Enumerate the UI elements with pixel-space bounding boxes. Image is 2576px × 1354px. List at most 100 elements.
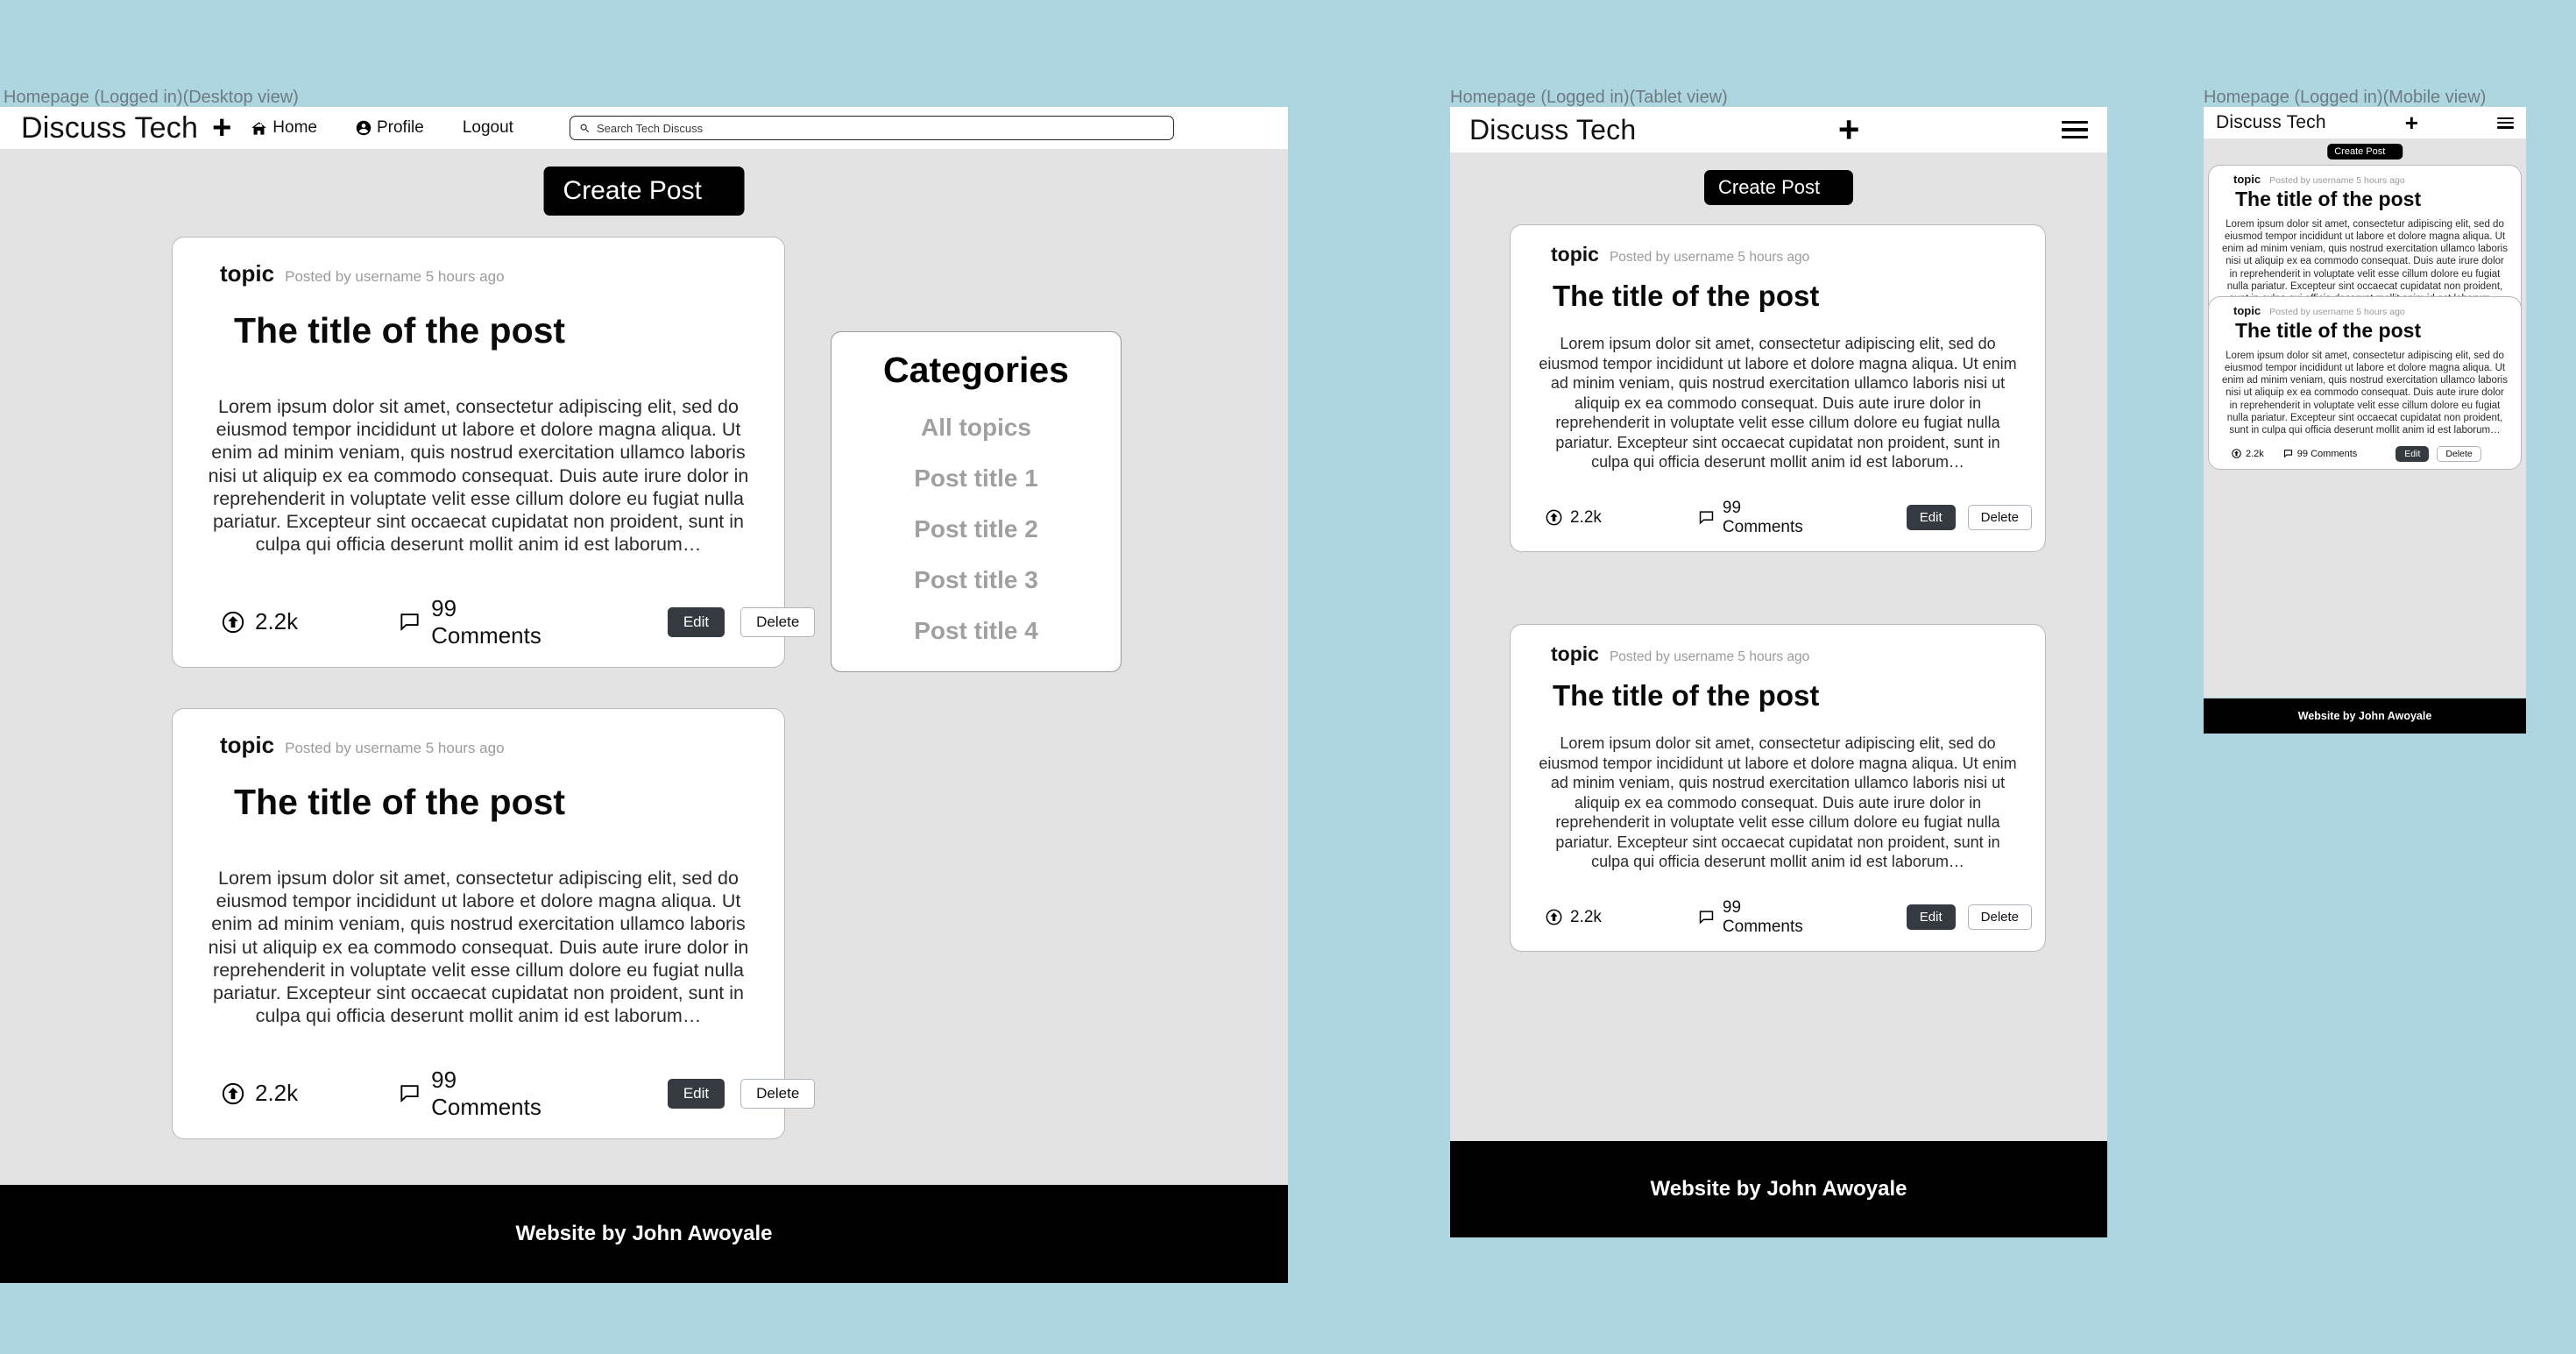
post-topic[interactable]: topic [220, 260, 274, 287]
categories-title: Categories [883, 350, 1069, 390]
upvote-stat[interactable]: 2.2k [2232, 449, 2264, 459]
post-meta: Posted by username 5 hours ago [285, 740, 505, 756]
upvote-arrow-circle-icon[interactable] [222, 1082, 244, 1105]
comments-stat[interactable]: 99 Comments [1698, 499, 1803, 537]
comments-stat[interactable]: 99 Comments [1698, 898, 1803, 937]
delete-button[interactable]: Delete [1967, 505, 2032, 530]
tablet-viewport: Discuss Tech + Create Post + topic Poste… [1450, 107, 2107, 1146]
upvote-stat[interactable]: 2.2k [1546, 908, 1602, 927]
post-topic[interactable]: topic [2233, 173, 2261, 186]
nav-item-profile[interactable]: Profile [356, 118, 424, 138]
edit-button[interactable]: Edit [1906, 904, 1956, 930]
comments-count: 99 Comments [2296, 448, 2358, 459]
nav-item-logout-label: Logout [462, 118, 513, 137]
upvote-count: 2.2k [1570, 907, 1602, 926]
post-title[interactable]: The title of the post [234, 310, 754, 351]
mobile-viewport: Discuss Tech + Create Post + topic Poste… [2204, 107, 2526, 698]
hamburger-menu-icon[interactable] [2496, 117, 2514, 129]
create-post-label: Create Post [563, 176, 702, 205]
delete-button[interactable]: Delete [1967, 904, 2032, 930]
caption-mobile: Homepage (Logged in)(Mobile view) [2204, 88, 2487, 107]
category-item-4[interactable]: Post title 4 [832, 617, 1121, 645]
create-post-button[interactable]: Create Post + [543, 167, 745, 216]
post-card[interactable]: topic Posted by username 5 hours ago The… [172, 237, 816, 668]
comments-stat[interactable]: 99 Comments [2283, 449, 2357, 459]
edit-button[interactable]: Edit [667, 606, 725, 637]
comments-stat[interactable]: 99 Comments [399, 1067, 541, 1121]
desktop-nav-links: Home Profile Logout [251, 118, 513, 138]
new-post-plus-icon[interactable]: + [2405, 111, 2418, 134]
search-icon [579, 123, 591, 134]
new-post-plus-icon[interactable]: + [1838, 111, 1860, 148]
comments-stat[interactable]: 99 Comments [399, 595, 541, 649]
delete-button[interactable]: Delete [740, 606, 816, 637]
mobile-navbar: Discuss Tech + [2204, 107, 2526, 138]
edit-button[interactable]: Edit [667, 1078, 725, 1109]
site-footer: Website by John Awoyale [0, 1185, 1288, 1283]
upvote-arrow-circle-icon[interactable] [222, 611, 244, 634]
upvote-stat[interactable]: 2.2k [222, 608, 298, 635]
post-title[interactable]: The title of the post [2235, 188, 2509, 211]
category-item-3[interactable]: Post title 3 [832, 566, 1121, 594]
brand-title: Discuss Tech [1469, 113, 1637, 145]
post-meta: Posted by username 5 hours ago [2269, 175, 2405, 186]
desktop-navbar: Discuss Tech + Home Profile Logout Searc… [0, 107, 1288, 149]
upvote-arrow-circle-icon[interactable] [1546, 909, 1562, 925]
post-topic[interactable]: topic [2233, 304, 2261, 317]
new-post-plus-icon[interactable]: + [212, 111, 231, 145]
create-post-button[interactable]: Create Post + [1703, 170, 1854, 205]
post-card-footer: 2.2k 99 Comments Edit Delete [202, 595, 816, 649]
post-title[interactable]: The title of the post [2235, 319, 2509, 343]
post-body: Lorem ipsum dolor sit amet, consectetur … [208, 396, 749, 556]
nav-item-home[interactable]: Home [251, 118, 317, 138]
post-card-header: topic Posted by username 5 hours ago [2221, 173, 2509, 186]
create-post-label: Create Post [1717, 176, 1821, 198]
delete-button[interactable]: Delete [740, 1078, 816, 1109]
post-card[interactable]: topic Posted by username 5 hours ago The… [1510, 624, 2046, 952]
post-topic[interactable]: topic [1551, 642, 1599, 666]
post-topic[interactable]: topic [1551, 243, 1599, 266]
comment-bubble-icon[interactable] [2283, 449, 2293, 458]
post-meta: Posted by username 5 hours ago [285, 268, 505, 285]
comment-bubble-icon[interactable] [1698, 509, 1715, 526]
edit-button[interactable]: Edit [2396, 445, 2430, 462]
post-card[interactable]: topic Posted by username 5 hours ago The… [172, 708, 816, 1139]
comment-bubble-icon[interactable] [399, 611, 421, 633]
categories-panel: Categories All topics Post title 1 Post … [831, 331, 1122, 672]
category-item-1[interactable]: Post title 1 [832, 464, 1121, 493]
edit-button[interactable]: Edit [1906, 505, 1956, 530]
plus-icon: + [1828, 176, 1840, 198]
upvote-stat[interactable]: 2.2k [222, 1080, 298, 1107]
plus-icon: + [2389, 145, 2396, 157]
category-item-2[interactable]: Post title 2 [832, 515, 1121, 543]
create-post-label: Create Post [2334, 146, 2386, 157]
footer-credit: Website by John Awoyale [515, 1222, 773, 1245]
upvote-stat[interactable]: 2.2k [1546, 508, 1602, 528]
upvote-arrow-circle-icon[interactable] [1546, 509, 1562, 526]
comment-bubble-icon[interactable] [1698, 909, 1715, 925]
hamburger-menu-icon[interactable] [2061, 120, 2088, 139]
post-topic[interactable]: topic [220, 732, 274, 759]
category-item-all-topics[interactable]: All topics [832, 414, 1121, 442]
nav-item-logout[interactable]: Logout [463, 118, 513, 138]
footer-credit: Website by John Awoyale [2297, 710, 2432, 722]
create-post-button[interactable]: Create Post + [2327, 144, 2403, 160]
post-title[interactable]: The title of the post [1553, 280, 2019, 313]
search-input[interactable]: Search Tech Discuss [569, 116, 1174, 140]
site-footer: Website by John Awoyale [2204, 698, 2526, 734]
post-body: Lorem ipsum dolor sit amet, consectetur … [208, 868, 749, 1027]
home-icon [251, 120, 267, 137]
post-card-header: topic Posted by username 5 hours ago [202, 732, 754, 759]
post-title[interactable]: The title of the post [1553, 679, 2019, 712]
upvote-arrow-circle-icon[interactable] [2232, 449, 2241, 459]
comment-bubble-icon[interactable] [399, 1082, 421, 1104]
comments-count: 99 Comments [1722, 897, 1803, 936]
post-card[interactable]: topic Posted by username 5 hours ago The… [2208, 296, 2522, 470]
delete-button[interactable]: Delete [2437, 445, 2481, 462]
brand-title: Discuss Tech [21, 110, 199, 145]
caption-tablet: Homepage (Logged in)(Tablet view) [1450, 88, 1728, 107]
post-title[interactable]: The title of the post [234, 782, 754, 823]
post-card[interactable]: topic Posted by username 5 hours ago The… [1510, 224, 2046, 552]
upvote-count: 2.2k [2246, 448, 2264, 459]
upvote-count: 2.2k [255, 608, 299, 635]
